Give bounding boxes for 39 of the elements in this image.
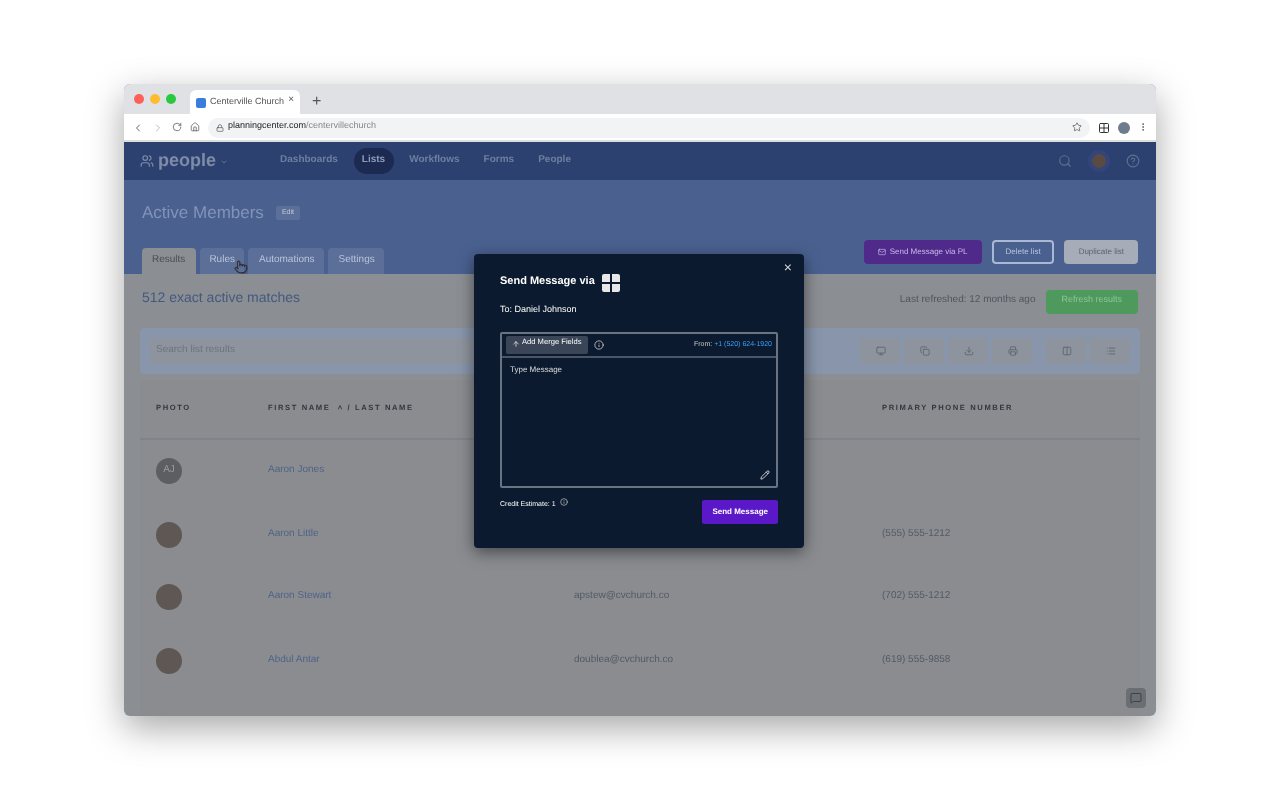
columns-icon — [1061, 346, 1071, 356]
avatar-placeholder — [156, 647, 182, 674]
chat-button[interactable] — [1126, 688, 1146, 708]
avatar-placeholder — [156, 584, 182, 611]
user-avatar[interactable] — [1088, 150, 1110, 172]
forward-icon[interactable] — [152, 121, 164, 133]
toolbar-button[interactable] — [904, 338, 944, 364]
info-icon — [593, 339, 604, 350]
view-button[interactable] — [1046, 338, 1086, 364]
people-app-icon — [140, 154, 154, 168]
toolbar-button[interactable] — [860, 338, 900, 364]
list-icon — [1105, 346, 1115, 356]
reload-icon[interactable] — [172, 122, 182, 132]
favicon-icon — [196, 97, 206, 107]
new-tab-button[interactable]: + — [312, 90, 322, 114]
display-icon — [875, 346, 885, 356]
home-icon[interactable] — [190, 122, 200, 132]
info-icon — [559, 497, 568, 506]
toolbar-button[interactable] — [992, 338, 1032, 364]
view-button[interactable] — [1090, 338, 1130, 364]
avatar-placeholder — [156, 521, 182, 548]
message-icon — [877, 248, 886, 256]
toolbar-button[interactable] — [948, 338, 988, 364]
profile-avatar[interactable] — [1118, 121, 1130, 133]
download-icon — [963, 346, 973, 356]
back-icon[interactable] — [132, 121, 144, 133]
help-icon[interactable] — [1126, 154, 1140, 168]
pencil-icon — [760, 469, 770, 480]
lock-icon — [216, 123, 224, 131]
copy-icon — [919, 346, 929, 356]
extension-icon[interactable] — [1098, 121, 1110, 133]
print-icon — [1007, 346, 1017, 356]
search-icon[interactable] — [1058, 154, 1072, 168]
hand-cursor-icon — [234, 260, 248, 274]
people-logo[interactable]: people — [140, 152, 229, 170]
bookmark-star-icon[interactable] — [1072, 122, 1082, 132]
chat-icon — [1130, 692, 1142, 704]
arrow-up-icon — [512, 340, 520, 349]
grid-logo-icon — [602, 274, 621, 292]
